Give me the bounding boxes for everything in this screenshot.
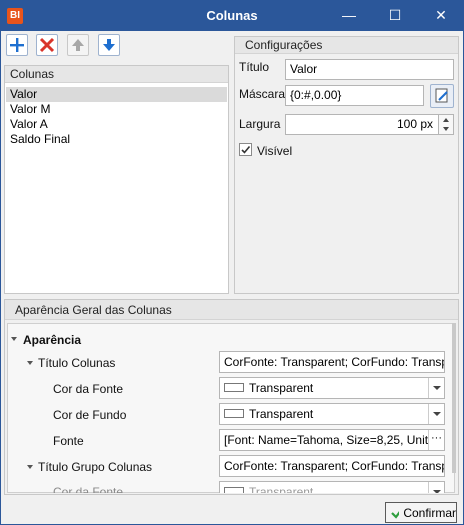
property-name: Cor de Fundo — [53, 408, 127, 422]
spinner-arrows-icon — [443, 118, 449, 131]
collapse-arrow-icon[interactable] — [11, 337, 17, 341]
chevron-down-icon[interactable] — [428, 378, 444, 398]
cor-da-fonte-value: Transparent — [249, 381, 314, 395]
property-name: Cor da Fonte — [53, 485, 124, 493]
minimize-button[interactable]: — — [326, 0, 372, 31]
checkmark-icon — [241, 145, 251, 154]
columns-panel: Colunas Valor Valor M Valor A Saldo Fina… — [4, 65, 229, 294]
largura-label: Largura — [239, 117, 281, 131]
property-name: Fonte — [53, 434, 84, 448]
arrow-up-icon — [72, 39, 84, 51]
largura-spinner[interactable] — [438, 114, 454, 135]
cor-de-fundo-select[interactable]: Transparent — [219, 403, 445, 425]
fonte-value: [Font: Name=Tahoma, Size=8,25, Units=3, … — [224, 433, 444, 447]
plus-icon — [10, 38, 24, 52]
titulo-input[interactable]: Valor — [285, 59, 454, 80]
cor-da-fonte-value-2: Transparent — [249, 485, 314, 493]
configuracoes-panel-header: Configurações — [235, 37, 458, 54]
mascara-input[interactable]: {0:#,0.00} — [285, 85, 424, 106]
confirm-label: Confirmar — [403, 505, 456, 520]
fonte-field[interactable]: [Font: Name=Tahoma, Size=8,25, Units=3, … — [219, 429, 445, 451]
titulo-grupo-colunas-value[interactable]: CorFonte: Transparent; CorFundo: Transpa… — [219, 455, 445, 477]
visivel-checkbox[interactable] — [239, 143, 252, 156]
confirm-button[interactable]: Confirmar — [385, 502, 457, 523]
property-grid-scrollbar[interactable] — [452, 323, 456, 473]
move-up-button[interactable] — [67, 34, 89, 56]
list-item[interactable]: Saldo Final — [6, 132, 227, 147]
property-grid-clip: Cor da Fonte Transparent — [8, 481, 452, 493]
largura-input[interactable]: 100 px — [285, 114, 439, 135]
close-button[interactable]: ✕ — [418, 0, 464, 31]
visivel-label: Visível — [257, 144, 293, 158]
cor-de-fundo-value: Transparent — [249, 407, 314, 421]
check-icon — [391, 510, 400, 519]
aparencia-panel-header: Aparência Geral das Colunas — [5, 300, 458, 320]
mask-editor-button[interactable] — [430, 84, 454, 108]
list-item[interactable]: Valor M — [6, 102, 227, 117]
chevron-down-icon[interactable] — [428, 482, 444, 493]
list-item[interactable]: Valor A — [6, 117, 227, 132]
collapse-arrow-icon[interactable] — [27, 361, 33, 365]
columns-panel-header: Colunas — [5, 66, 228, 83]
color-swatch — [224, 487, 244, 493]
arrow-down-icon — [103, 39, 115, 51]
move-down-button[interactable] — [98, 34, 120, 56]
edit-mask-icon — [435, 88, 448, 103]
titulo-label: Título — [239, 60, 270, 74]
color-swatch — [224, 383, 244, 393]
cor-da-fonte-select-2[interactable]: Transparent — [219, 481, 445, 493]
chevron-down-icon[interactable] — [428, 404, 444, 424]
collapse-arrow-icon[interactable] — [27, 465, 33, 469]
add-column-button[interactable] — [6, 34, 28, 56]
delete-column-button[interactable] — [36, 34, 58, 56]
list-item[interactable]: Valor — [6, 87, 227, 102]
color-swatch — [224, 409, 244, 419]
titulo-colunas-value[interactable]: CorFonte: Transparent; CorFundo: Transpa… — [219, 351, 445, 373]
ellipsis-icon[interactable]: ··· — [428, 430, 444, 450]
delete-icon — [39, 37, 55, 53]
property-name: Título Colunas — [38, 356, 116, 370]
maximize-button[interactable]: ☐ — [372, 0, 418, 31]
cor-da-fonte-select[interactable]: Transparent — [219, 377, 445, 399]
property-name: Cor da Fonte — [53, 382, 124, 396]
category-aparencia: Aparência — [23, 333, 82, 347]
mascara-label: Máscara — [239, 87, 286, 101]
title-bar: BI Colunas — ☐ ✕ — [0, 0, 464, 31]
property-name: Título Grupo Colunas — [38, 460, 153, 474]
